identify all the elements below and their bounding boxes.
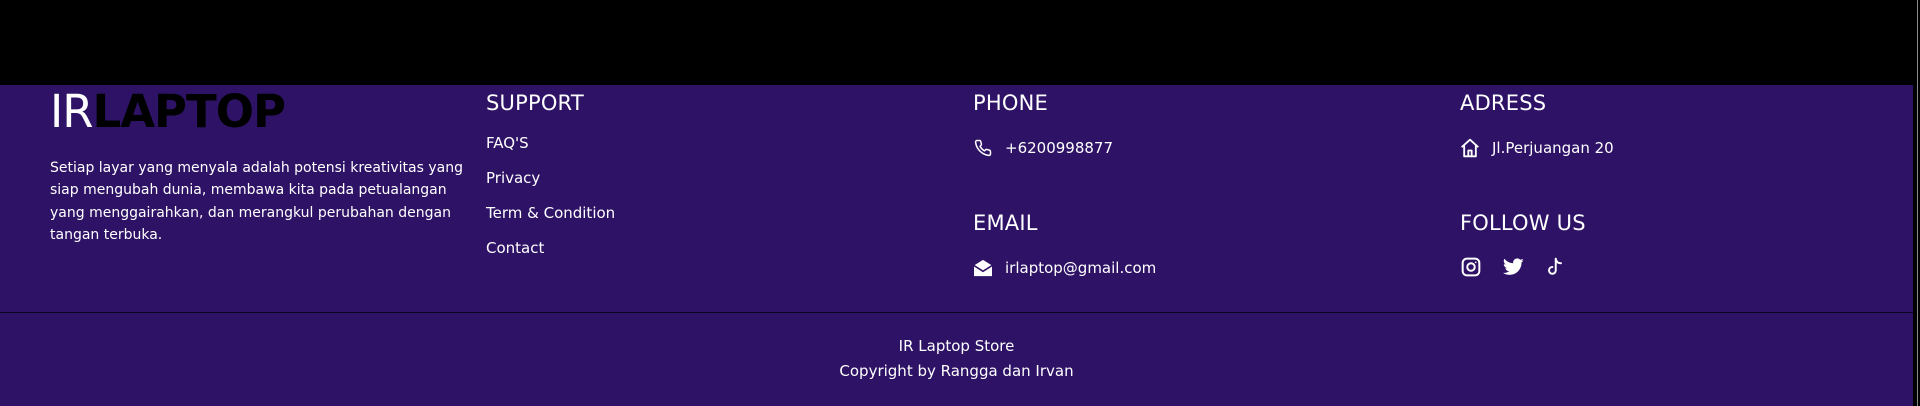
support-column: SUPPORT FAQ'S Privacy Term & Condition C… [486,85,866,276]
address-column: ADRESS Jl.Perjuangan 20 FOLLOW US [1460,85,1880,277]
address-row: Jl.Perjuangan 20 [1460,138,1880,158]
follow-title: FOLLOW US [1460,211,1586,235]
email-address[interactable]: irlaptop@gmail.com [1005,260,1156,276]
phone-row: +6200998877 [973,138,1353,158]
scrollbar-track[interactable] [1917,0,1918,406]
faq-link[interactable]: FAQ'S [486,136,866,151]
privacy-link[interactable]: Privacy [486,171,866,186]
envelope-icon [973,258,993,278]
top-black-area [0,0,1913,85]
contact-link[interactable]: Contact [486,241,866,256]
brand-logo: IRLAPTOP [50,89,470,137]
follow-block: FOLLOW US [1460,205,1586,278]
instagram-icon[interactable] [1460,256,1482,278]
contact-column: PHONE +6200998877 EMAIL irlaptop@gmail.c… [973,85,1353,277]
phone-title: PHONE [973,91,1048,115]
address-value: Jl.Perjuangan 20 [1492,138,1614,157]
brand-description: Setiap layar yang menyala adalah potensi… [50,160,463,244]
support-title: SUPPORT [486,91,584,115]
scrollbar[interactable] [1913,0,1920,406]
support-links: FAQ'S Privacy Term & Condition Contact [486,136,866,256]
home-icon [1460,138,1480,158]
brand-logo-ir: IR [50,85,94,138]
twitter-icon[interactable] [1502,256,1524,278]
store-name: IR Laptop Store [898,337,1015,355]
address-title: ADRESS [1460,91,1547,115]
email-title: EMAIL [973,211,1038,235]
phone-number[interactable]: +6200998877 [1005,140,1113,156]
brand-column: IRLAPTOP Setiap layar yang menyala adala… [50,85,470,247]
email-block: EMAIL irlaptop@gmail.com [973,205,1156,278]
footer-bottom: IR Laptop Store Copyright by Rangga dan … [0,339,1913,389]
tiktok-icon[interactable] [1544,256,1566,278]
term-condition-link[interactable]: Term & Condition [486,206,866,221]
brand-logo-laptop: LAPTOP [92,85,286,138]
phone-icon [973,138,993,158]
email-row: irlaptop@gmail.com [973,258,1156,278]
copyright-text: Copyright by Rangga dan Irvan [839,362,1074,380]
footer: IRLAPTOP Setiap layar yang menyala adala… [0,85,1913,406]
footer-divider [0,312,1913,313]
social-icons [1460,256,1586,278]
